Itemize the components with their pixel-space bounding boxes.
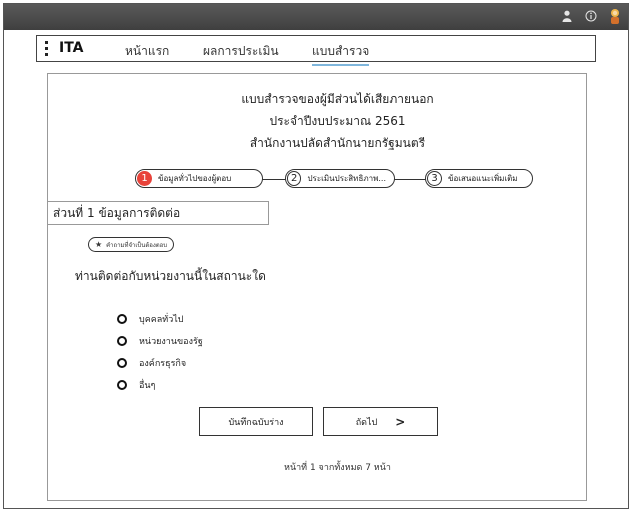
chevron-right-icon: > [395, 414, 406, 429]
brand-logo[interactable]: ITA [59, 40, 84, 56]
radio-button[interactable] [117, 358, 127, 368]
nav-item-results[interactable]: ผลการประเมิน [203, 42, 279, 61]
step-label: ข้อเสนอแนะเพิ่มเติม [448, 174, 518, 183]
required-badge: ★ คำถามที่จำเป็นต้องตอบ [88, 237, 175, 252]
info-icon[interactable] [584, 8, 598, 24]
option-label[interactable]: อื่นๆ [139, 378, 155, 392]
option-label[interactable]: หน่วยงานของรัฐ [139, 334, 203, 348]
stepper-connector [393, 179, 427, 180]
stepper-connector [262, 179, 286, 180]
radio-option[interactable]: องค์กรธุรกิจ [117, 356, 186, 370]
agency-name: สำนักงานปลัดสำนักนายกรัฐมนตรี [249, 136, 426, 150]
step-label: ข้อมูลทั่วไปของผู้ตอบ [158, 174, 232, 183]
radio-option[interactable]: อื่นๆ [117, 378, 155, 392]
radio-option[interactable]: บุคคลทั่วไป [117, 312, 184, 326]
step-1[interactable]: 1 ข้อมูลทั่วไปของผู้ตอบ [135, 169, 263, 188]
step-label: ประเมินประสิทธิภาพ... [307, 174, 386, 183]
step-2[interactable]: 2 ประเมินประสิทธิภาพ... [285, 169, 395, 188]
question-text: ท่านติดต่อกับหน่วยงานนี้ในสถานะใด [75, 269, 266, 283]
step-3[interactable]: 3 ข้อเสนอแนะเพิ่มเติม [425, 169, 533, 188]
page-indicator: หน้าที่ 1 จากทั้งหมด 7 หน้า [284, 463, 391, 473]
radio-button[interactable] [117, 380, 127, 390]
page-title: แบบสำรวจของผู้มีส่วนได้เสียภายนอก [241, 92, 434, 106]
next-button[interactable]: ถัดไป > [323, 407, 438, 436]
radio-option[interactable]: หน่วยงานของรัฐ [117, 334, 203, 348]
section-header: ส่วนที่ 1 ข้อมูลการติดต่อ [47, 201, 269, 225]
top-bar [4, 4, 628, 30]
star-icon: ★ [95, 240, 103, 249]
user-icon[interactable] [560, 8, 574, 24]
save-draft-label: บันทึกฉบับร่าง [228, 417, 284, 428]
fiscal-year: ประจำปีงบประมาณ 2561 [269, 114, 406, 128]
step-number: 1 [137, 171, 152, 186]
nav-item-survey[interactable]: แบบสำรวจ [312, 42, 370, 66]
option-label[interactable]: องค์กรธุรกิจ [139, 356, 186, 370]
save-draft-button[interactable]: บันทึกฉบับร่าง [199, 407, 313, 436]
step-number: 3 [427, 171, 442, 186]
radio-button[interactable] [117, 314, 127, 324]
option-label[interactable]: บุคคลทั่วไป [139, 312, 184, 326]
navbar: ITA หน้าแรก ผลการประเมิน แบบสำรวจ [36, 35, 596, 66]
step-number: 2 [287, 171, 302, 186]
radio-button[interactable] [117, 336, 127, 346]
nav-item-home[interactable]: หน้าแรก [125, 42, 169, 61]
menu-icon[interactable] [45, 40, 51, 58]
next-label: ถัดไป [355, 417, 378, 428]
required-label: คำถามที่จำเป็นต้องตอบ [106, 241, 168, 249]
avatar-icon[interactable] [608, 8, 622, 24]
